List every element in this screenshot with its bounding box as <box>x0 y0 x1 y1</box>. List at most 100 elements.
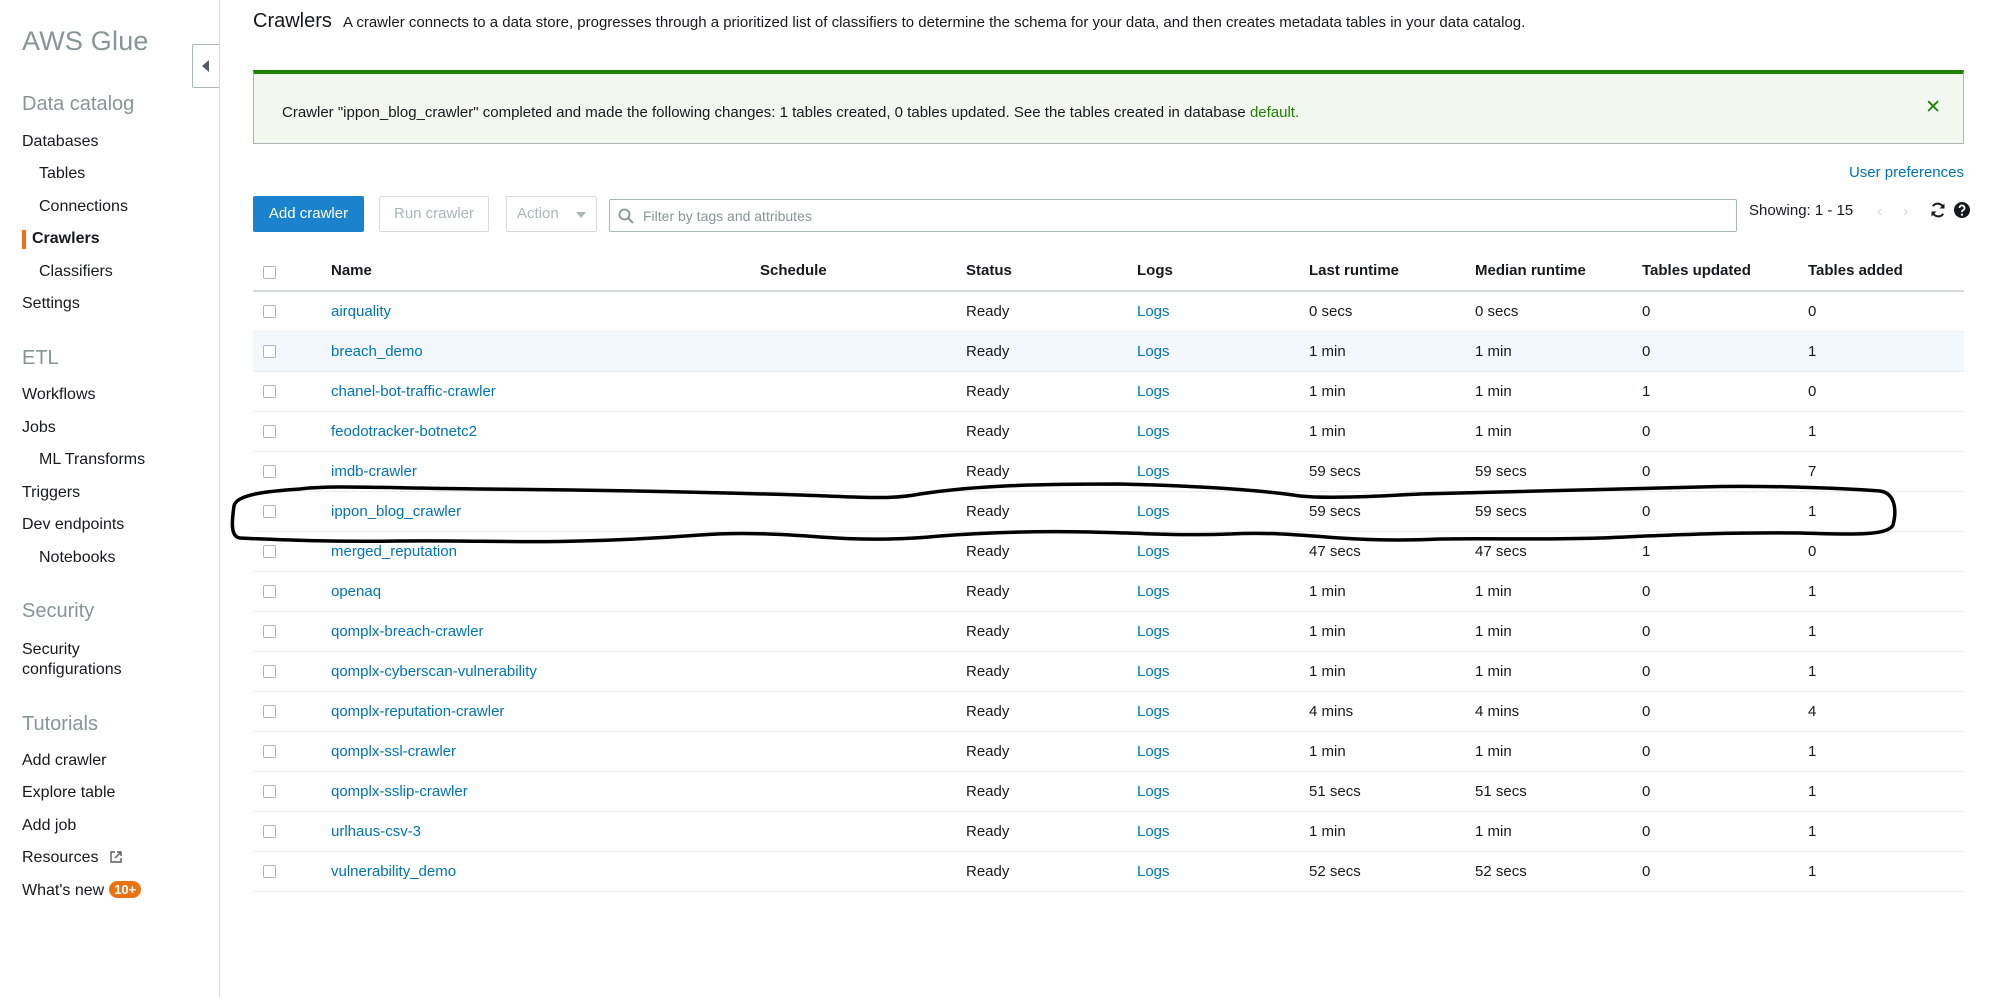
column-header-last-runtime[interactable]: Last runtime <box>1309 262 1399 279</box>
row-checkbox[interactable] <box>263 705 276 718</box>
table-row[interactable]: merged_reputation Ready Logs 47 secs 47 secs… <box>253 532 1964 572</box>
crawler-name-link[interactable]: openaq <box>331 583 381 600</box>
crawler-name-link[interactable]: breach_demo <box>331 343 423 360</box>
nav-item-tables[interactable]: Tables <box>39 165 85 183</box>
nav-item-explore-table[interactable]: Explore table <box>22 784 115 802</box>
column-header-median-runtime[interactable]: Median runtime <box>1475 262 1586 279</box>
crawler-name-link[interactable]: qomplx-ssl-crawler <box>331 743 456 760</box>
table-row[interactable]: ippon_blog_crawler Ready Logs 59 secs 59 sec… <box>253 492 1964 532</box>
crawler-logs-link[interactable]: Logs <box>1137 583 1170 600</box>
help-icon[interactable] <box>1953 201 1971 219</box>
column-header-status[interactable]: Status <box>966 262 1012 279</box>
row-checkbox[interactable] <box>263 305 276 318</box>
crawler-name-link[interactable]: imdb-crawler <box>331 463 417 480</box>
crawler-logs-link[interactable]: Logs <box>1137 863 1170 880</box>
column-header-name[interactable]: Name <box>331 262 372 279</box>
row-checkbox[interactable] <box>263 465 276 478</box>
table-row[interactable]: qomplx-breach-crawler Ready Logs 1 min 1 min… <box>253 612 1964 652</box>
crawler-logs-link[interactable]: Logs <box>1137 783 1170 800</box>
crawler-name-link[interactable]: urlhaus-csv-3 <box>331 823 421 840</box>
nav-item-triggers[interactable]: Triggers <box>22 484 80 502</box>
table-row[interactable]: qomplx-sslip-crawler Ready Logs 51 secs 51 s… <box>253 772 1964 812</box>
table-row[interactable]: urlhaus-csv-3 Ready Logs 1 min 1 min 0 1 <box>253 812 1964 852</box>
column-header-tables-added[interactable]: Tables added <box>1808 262 1903 279</box>
flash-database-link[interactable]: default. <box>1250 104 1299 121</box>
row-checkbox[interactable] <box>263 825 276 838</box>
table-row[interactable]: qomplx-reputation-crawler Ready Logs 4 mins… <box>253 692 1964 732</box>
crawler-name-link[interactable]: ippon_blog_crawler <box>331 503 461 520</box>
crawler-logs-link[interactable]: Logs <box>1137 703 1170 720</box>
row-checkbox[interactable] <box>263 785 276 798</box>
row-checkbox[interactable] <box>263 505 276 518</box>
crawler-name-link[interactable]: merged_reputation <box>331 543 457 560</box>
crawler-logs-link[interactable]: Logs <box>1137 423 1170 440</box>
crawler-name-link[interactable]: qomplx-sslip-crawler <box>331 783 468 800</box>
crawler-logs-link[interactable]: Logs <box>1137 503 1170 520</box>
table-row[interactable]: chanel-bot-traffic-crawler Ready Logs 1 min… <box>253 372 1964 412</box>
table-row[interactable]: qomplx-cyberscan-vulnerability Ready Logs 1… <box>253 652 1964 692</box>
nav-item-jobs[interactable]: Jobs <box>22 419 56 437</box>
nav-item-security-configurations[interactable]: Security configurations <box>22 640 122 680</box>
crawler-logs-link[interactable]: Logs <box>1137 303 1170 320</box>
table-row[interactable]: qomplx-ssl-crawler Ready Logs 1 min 1 min 0 1 <box>253 732 1964 772</box>
table-row[interactable]: breach_demo Ready Logs 1 min 1 min 0 1 <box>253 332 1964 372</box>
crawler-name-link[interactable]: qomplx-cyberscan-vulnerability <box>331 663 537 680</box>
row-checkbox[interactable] <box>263 745 276 758</box>
nav-item-classifiers[interactable]: Classifiers <box>39 263 113 281</box>
nav-item-add-crawler[interactable]: Add crawler <box>22 752 106 770</box>
row-checkbox[interactable] <box>263 665 276 678</box>
crawler-logs-link[interactable]: Logs <box>1137 383 1170 400</box>
refresh-icon[interactable] <box>1929 201 1947 219</box>
table-row[interactable]: vulnerability_demo Ready Logs 52 secs 52 sec… <box>253 852 1964 892</box>
table-row[interactable]: feodotracker-botnetc2 Ready Logs 1 min 1 min… <box>253 412 1964 452</box>
crawler-name-link[interactable]: airquality <box>331 303 391 320</box>
crawler-name-link[interactable]: qomplx-breach-crawler <box>331 623 484 640</box>
crawler-name-link[interactable]: vulnerability_demo <box>331 863 456 880</box>
crawler-logs-link[interactable]: Logs <box>1137 343 1170 360</box>
nav-item-dev-endpoints[interactable]: Dev endpoints <box>22 516 124 534</box>
table-row[interactable]: airquality Ready Logs 0 secs 0 secs 0 0 <box>253 292 1964 332</box>
nav-item-add-job[interactable]: Add job <box>22 817 76 835</box>
crawler-logs-link[interactable]: Logs <box>1137 543 1170 560</box>
crawler-median-runtime: 1 min <box>1475 743 1512 760</box>
crawler-logs-link[interactable]: Logs <box>1137 823 1170 840</box>
column-header-tables-updated[interactable]: Tables updated <box>1642 262 1751 279</box>
add-crawler-button[interactable]: Add crawler <box>253 196 364 232</box>
row-checkbox[interactable] <box>263 425 276 438</box>
row-checkbox[interactable] <box>263 385 276 398</box>
previous-page-icon[interactable]: ‹ <box>1877 203 1882 221</box>
sidebar-collapse-button[interactable] <box>192 44 219 88</box>
nav-item-settings[interactable]: Settings <box>22 295 80 313</box>
row-checkbox[interactable] <box>263 345 276 358</box>
run-crawler-button[interactable]: Run crawler <box>379 196 489 232</box>
crawler-name-link[interactable]: chanel-bot-traffic-crawler <box>331 383 496 400</box>
nav-item-crawlers[interactable]: Crawlers <box>32 230 100 248</box>
nav-item-workflows[interactable]: Workflows <box>22 386 96 404</box>
row-checkbox[interactable] <box>263 545 276 558</box>
column-header-logs[interactable]: Logs <box>1137 262 1173 279</box>
nav-item-resources[interactable]: Resources <box>22 849 122 867</box>
row-checkbox[interactable] <box>263 865 276 878</box>
table-row[interactable]: openaq Ready Logs 1 min 1 min 0 1 <box>253 572 1964 612</box>
crawler-logs-link[interactable]: Logs <box>1137 743 1170 760</box>
action-dropdown[interactable]: Action <box>506 196 597 232</box>
crawler-name-link[interactable]: feodotracker-botnetc2 <box>331 423 477 440</box>
nav-item-ml-transforms[interactable]: ML Transforms <box>39 451 145 469</box>
nav-item-databases[interactable]: Databases <box>22 133 99 151</box>
column-header-schedule[interactable]: Schedule <box>760 262 827 279</box>
crawler-logs-link[interactable]: Logs <box>1137 663 1170 680</box>
nav-item-whats-new[interactable]: What's new 10+ <box>22 881 142 900</box>
nav-item-connections[interactable]: Connections <box>39 198 128 216</box>
table-row[interactable]: imdb-crawler Ready Logs 59 secs 59 secs 0 7 <box>253 452 1964 492</box>
row-checkbox[interactable] <box>263 585 276 598</box>
crawler-logs-link[interactable]: Logs <box>1137 623 1170 640</box>
row-checkbox[interactable] <box>263 625 276 638</box>
crawler-logs-link[interactable]: Logs <box>1137 463 1170 480</box>
filter-input[interactable] <box>641 200 1725 232</box>
user-preferences-link[interactable]: User preferences <box>1849 164 1964 181</box>
nav-item-notebooks[interactable]: Notebooks <box>39 549 116 567</box>
close-icon[interactable]: ✕ <box>1925 96 1941 119</box>
next-page-icon[interactable]: › <box>1903 203 1908 221</box>
select-all-checkbox[interactable] <box>263 266 276 279</box>
crawler-name-link[interactable]: qomplx-reputation-crawler <box>331 703 504 720</box>
